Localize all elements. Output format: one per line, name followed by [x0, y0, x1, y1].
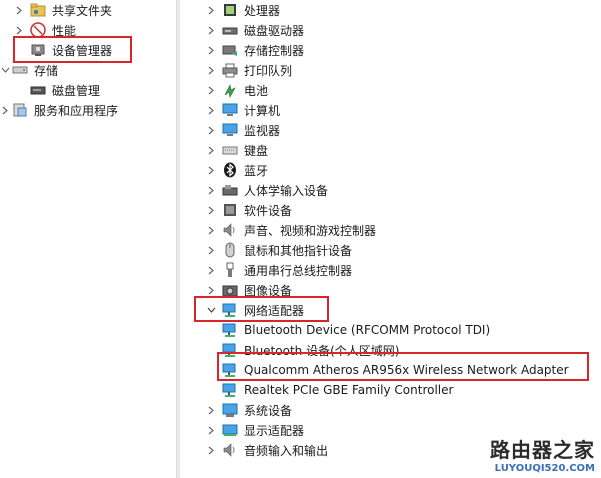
device-category-label: 鼠标和其他指针设备 [244, 243, 353, 258]
highlight-box-network-adapters [194, 296, 329, 322]
device-category-bluetooth[interactable]: 蓝牙 [206, 160, 268, 180]
device-category-print-queues[interactable]: 打印队列 [206, 60, 292, 80]
device-item-label: Realtek PCIe GBE Family Controller [244, 383, 454, 397]
device-category-processor[interactable]: 处理器 [206, 0, 280, 20]
chevron-right-icon[interactable] [206, 5, 216, 15]
chevron-right-icon[interactable] [206, 245, 216, 255]
device-category-label: 计算机 [244, 103, 281, 118]
chevron-right-icon[interactable] [206, 65, 216, 75]
device-category-label: 电池 [244, 83, 269, 98]
device-category-label: 软件设备 [244, 203, 293, 218]
chevron-right-icon[interactable] [206, 285, 216, 295]
storage-controller-icon [222, 42, 238, 58]
network-adapter-icon [222, 382, 238, 398]
tree-item-label: 磁盘管理 [52, 83, 101, 98]
disk-management-icon [30, 82, 46, 98]
monitor-icon [222, 122, 238, 138]
system-device-icon [222, 402, 238, 418]
highlight-box-device-manager [13, 36, 132, 63]
services-icon [12, 102, 28, 118]
chevron-right-icon[interactable] [206, 105, 216, 115]
device-category-label: 显示适配器 [244, 423, 305, 438]
device-category-label: 音频输入和输出 [244, 443, 329, 458]
device-category-disk-drives[interactable]: 磁盘驱动器 [206, 20, 304, 40]
tree-item-label: 存储 [34, 63, 59, 78]
chevron-right-icon[interactable] [206, 205, 216, 215]
device-category-computer[interactable]: 计算机 [206, 100, 280, 120]
device-category-label: 磁盘驱动器 [244, 23, 305, 38]
usb-icon [222, 262, 238, 278]
device-tree: 处理器 磁盘驱动器 存储控制器 打印队列 电池 计算机 监视器 键盘 蓝牙 人体… [180, 0, 601, 478]
device-category-mice[interactable]: 鼠标和其他指针设备 [206, 240, 352, 260]
tree-item-services[interactable]: 服务和应用程序 [0, 100, 118, 120]
tree-item-storage[interactable]: 存储 [0, 60, 58, 80]
device-category-storage-controllers[interactable]: 存储控制器 [206, 40, 304, 60]
chevron-right-icon[interactable] [206, 85, 216, 95]
computer-icon [222, 102, 238, 118]
watermark-main-text: 路由器之家 [490, 438, 595, 462]
network-adapter-icon [222, 322, 238, 338]
software-device-icon [222, 202, 238, 218]
chevron-right-icon[interactable] [206, 225, 216, 235]
chevron-right-icon[interactable] [14, 5, 24, 15]
chevron-right-icon[interactable] [206, 25, 216, 35]
audio-io-icon [222, 442, 238, 458]
tree-item-label: 服务和应用程序 [34, 103, 119, 118]
device-category-label: 声音、视频和游戏控制器 [244, 223, 377, 238]
device-category-hid[interactable]: 人体学输入设备 [206, 180, 328, 200]
device-category-label: 处理器 [244, 3, 281, 18]
display-adapter-icon [222, 422, 238, 438]
shared-folder-icon [30, 2, 46, 18]
chevron-right-icon[interactable] [206, 45, 216, 55]
device-item-realtek-ethernet[interactable]: Realtek PCIe GBE Family Controller [222, 380, 453, 400]
device-category-label: 系统设备 [244, 403, 293, 418]
battery-icon [222, 82, 238, 98]
storage-icon [12, 62, 28, 78]
tree-item-disk-management[interactable]: 磁盘管理 [30, 80, 100, 100]
bluetooth-icon [222, 162, 238, 178]
device-category-usb[interactable]: 通用串行总线控制器 [206, 260, 352, 280]
device-category-system-devices[interactable]: 系统设备 [206, 400, 292, 420]
device-item-bluetooth-rfcomm[interactable]: Bluetooth Device (RFCOMM Protocol TDI) [222, 320, 490, 340]
keyboard-icon [222, 142, 238, 158]
device-category-label: 人体学输入设备 [244, 183, 329, 198]
print-queue-icon [222, 62, 238, 78]
device-category-label: 存储控制器 [244, 43, 305, 58]
device-category-label: 键盘 [244, 143, 269, 158]
tree-item-label: 共享文件夹 [52, 3, 113, 18]
chevron-right-icon[interactable] [14, 25, 24, 35]
device-category-software-devices[interactable]: 软件设备 [206, 200, 292, 220]
left-navigation-tree: 共享文件夹 性能 设备管理器 存储 磁盘管理 服务和应用程序 [0, 0, 176, 478]
device-item-label: Bluetooth Device (RFCOMM Protocol TDI) [244, 323, 491, 337]
tree-item-shared-folders[interactable]: 共享文件夹 [14, 0, 112, 20]
device-category-sound[interactable]: 声音、视频和游戏控制器 [206, 220, 376, 240]
device-category-label: 监视器 [244, 123, 281, 138]
chevron-right-icon[interactable] [0, 105, 10, 115]
chevron-right-icon[interactable] [206, 425, 216, 435]
highlight-box-qualcomm-adapter [217, 352, 589, 381]
watermark-logo: 路由器之家 LUYOUQI520.COM [490, 434, 595, 474]
chevron-right-icon[interactable] [206, 145, 216, 155]
device-category-label: 打印队列 [244, 63, 293, 78]
watermark-sub-text: LUYOUQI520.COM [494, 463, 595, 474]
device-category-audio-io[interactable]: 音频输入和输出 [206, 440, 328, 460]
chevron-right-icon[interactable] [206, 125, 216, 135]
chevron-right-icon[interactable] [206, 265, 216, 275]
device-category-keyboards[interactable]: 键盘 [206, 140, 268, 160]
device-category-display-adapters[interactable]: 显示适配器 [206, 420, 304, 440]
device-category-batteries[interactable]: 电池 [206, 80, 268, 100]
chevron-right-icon[interactable] [206, 405, 216, 415]
disk-drive-icon [222, 22, 238, 38]
chevron-down-icon[interactable] [0, 65, 10, 75]
chevron-right-icon[interactable] [206, 185, 216, 195]
mouse-icon [222, 242, 238, 258]
device-category-label: 蓝牙 [244, 163, 269, 178]
chevron-right-icon[interactable] [206, 445, 216, 455]
chevron-right-icon[interactable] [206, 165, 216, 175]
device-category-monitors[interactable]: 监视器 [206, 120, 280, 140]
device-category-label: 通用串行总线控制器 [244, 263, 353, 278]
processor-icon [222, 2, 238, 18]
sound-icon [222, 222, 238, 238]
hid-icon [222, 182, 238, 198]
